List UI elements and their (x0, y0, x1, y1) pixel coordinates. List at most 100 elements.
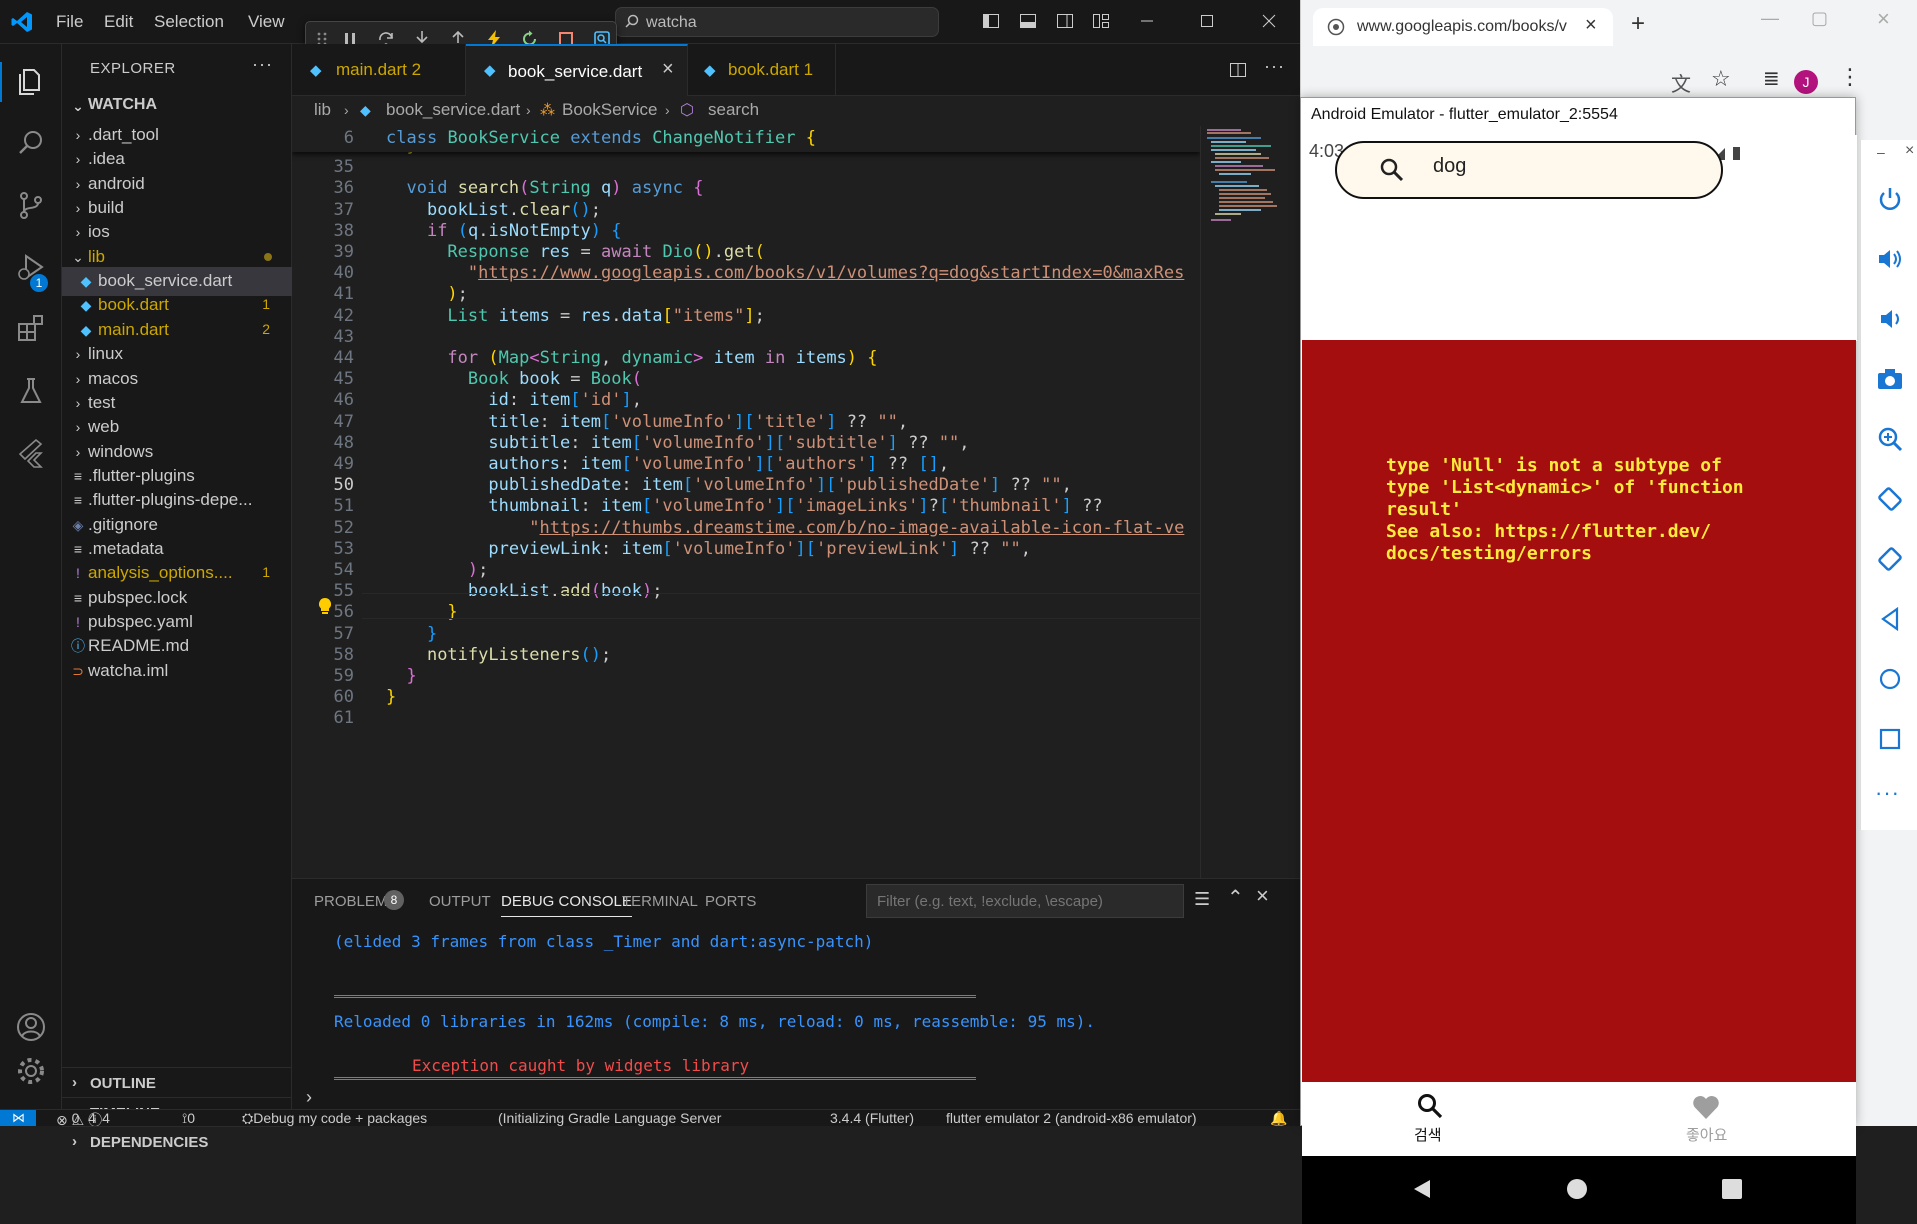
editor-more-icon[interactable]: ··· (1264, 56, 1285, 77)
minimap[interactable] (1200, 126, 1290, 878)
rotate-right-icon[interactable] (1876, 545, 1904, 573)
device-status[interactable]: flutter emulator 2 (android-x86 emulator… (946, 1110, 1197, 1126)
nav-item-search[interactable]: 검색 (1390, 1092, 1470, 1148)
more-actions-icon[interactable]: ··· (252, 54, 273, 75)
code-line[interactable]: Book book = Book( (386, 369, 642, 389)
source-control-icon[interactable] (14, 188, 48, 222)
breadcrumb-folder[interactable]: lib (314, 100, 331, 120)
breadcrumb-class[interactable]: BookService (562, 100, 657, 120)
explorer-icon[interactable] (14, 64, 48, 98)
code-line[interactable]: } (386, 624, 437, 644)
gear-icon[interactable] (14, 1054, 48, 1088)
profile-avatar[interactable]: J (1794, 70, 1818, 94)
toggle-panel-icon[interactable] (1019, 12, 1037, 30)
code-line[interactable]: List items = res.data["items"]; (386, 306, 764, 326)
customize-layout-icon[interactable] (1092, 12, 1110, 30)
code-line[interactable]: previewLink: item['volumeInfo']['preview… (386, 539, 1031, 559)
notifications-icon[interactable]: 🔔 (1270, 1110, 1287, 1126)
back-icon[interactable] (1412, 1178, 1432, 1200)
code-line[interactable]: thumbnail: item['volumeInfo']['imageLink… (386, 496, 1102, 516)
close-tab-icon[interactable]: × (662, 58, 674, 81)
code-line[interactable]: subtitle: item['volumeInfo']['subtitle']… (386, 433, 969, 453)
code-line[interactable]: publishedDate: item['volumeInfo']['publi… (386, 475, 1072, 495)
code-line[interactable]: id: item['id'], (386, 390, 642, 410)
console-prompt-icon[interactable]: › (306, 1087, 312, 1108)
code-line[interactable]: } (386, 666, 416, 686)
menu-file[interactable]: File (56, 12, 83, 32)
command-center-search[interactable]: watcha (615, 7, 939, 37)
star-icon[interactable]: ☆ (1711, 66, 1731, 92)
accounts-icon[interactable] (14, 1010, 48, 1044)
code-editor[interactable]: 6 class BookService extends ChangeNotifi… (292, 126, 1200, 878)
console-filter-input[interactable] (866, 884, 1184, 918)
close-tab-icon[interactable]: × (1585, 14, 1597, 37)
panel-tab-debug-console[interactable]: DEBUG CONSOLE (501, 893, 632, 917)
more-options-icon[interactable]: ··· (1875, 780, 1900, 806)
close-window-icon[interactable] (1260, 12, 1278, 30)
minimize-icon[interactable]: — (1761, 8, 1779, 29)
nav-item-likes[interactable]: 좋아요 (1666, 1092, 1746, 1148)
testing-icon[interactable] (14, 374, 48, 408)
flutter-version[interactable]: 3.4.4 (Flutter) (830, 1110, 914, 1126)
toggle-secondary-sidebar-icon[interactable] (1056, 12, 1074, 30)
tab-book-service-dart[interactable]: ◆ book_service.dart × (466, 44, 688, 96)
split-editor-icon[interactable] (1228, 60, 1248, 80)
section-dependencies[interactable]: › DEPENDENCIES (62, 1126, 292, 1155)
back-icon[interactable] (1876, 605, 1904, 633)
code-line[interactable]: for (Map<String, dynamic> item in items)… (386, 348, 877, 368)
section-outline[interactable]: › OUTLINE (62, 1067, 292, 1096)
workspace-root[interactable]: ⌄ WATCHA (62, 92, 292, 121)
breadcrumb-file[interactable]: book_service.dart (386, 100, 520, 120)
zoom-icon[interactable] (1876, 425, 1904, 453)
code-line[interactable]: title: item['volumeInfo']['title'] ?? ""… (386, 412, 908, 432)
code-line[interactable]: "https://www.googleapis.com/books/v1/vol… (386, 263, 1184, 283)
tree-item[interactable]: ⊃ watcha.iml (62, 657, 292, 686)
menu-selection[interactable]: Selection (154, 12, 224, 32)
media-icon[interactable]: ≣ (1763, 66, 1780, 91)
volume-up-icon[interactable] (1876, 245, 1904, 273)
maximize-icon[interactable] (1198, 12, 1216, 30)
overview-icon[interactable] (1876, 725, 1904, 753)
browser-tab[interactable]: www.googleapis.com/books/v × (1313, 8, 1613, 46)
camera-icon[interactable] (1876, 365, 1904, 393)
close-icon[interactable]: × (1905, 142, 1914, 160)
power-icon[interactable] (1876, 185, 1904, 213)
lightbulb-icon[interactable] (316, 596, 334, 616)
ports-status[interactable]: ⟟ 0 (182, 1110, 195, 1126)
code-line[interactable]: ); (386, 560, 489, 580)
search-icon[interactable] (14, 126, 48, 160)
code-line[interactable]: Response res = await Dio().get( (386, 242, 764, 262)
tab-book-dart[interactable]: ◆ book.dart 1 (688, 44, 836, 96)
extensions-icon[interactable] (14, 312, 48, 346)
search-bar[interactable]: dog (1335, 141, 1723, 199)
recents-icon[interactable] (1722, 1179, 1742, 1199)
clear-console-icon[interactable]: ☰ (1194, 889, 1210, 910)
chevron-up-icon[interactable]: ⌃ (1227, 885, 1244, 910)
search-query[interactable]: dog (1433, 155, 1466, 178)
close-window-icon[interactable]: × (1877, 6, 1890, 32)
browser-menu-icon[interactable]: ⋮ (1839, 64, 1861, 90)
code-line[interactable]: authors: item['volumeInfo']['authors'] ?… (386, 454, 949, 474)
code-line[interactable]: "https://thumbs.dreamstime.com/b/no-imag… (386, 518, 1184, 538)
code-line[interactable]: } (386, 687, 396, 707)
close-panel-icon[interactable]: × (1256, 883, 1269, 909)
code-line[interactable]: if (q.isNotEmpty) { (386, 221, 622, 241)
panel-tab-output[interactable]: OUTPUT (429, 893, 491, 910)
menu-edit[interactable]: Edit (104, 12, 133, 32)
rotate-left-icon[interactable] (1876, 485, 1904, 513)
flutter-icon[interactable] (14, 436, 48, 470)
code-line[interactable]: void search(String q) async { (386, 178, 703, 198)
menu-view[interactable]: View (248, 12, 285, 32)
tab-main-dart[interactable]: ◆ main.dart 2 (292, 44, 466, 96)
maximize-icon[interactable]: ▢ (1811, 8, 1828, 29)
code-line[interactable]: bookList.clear(); (386, 200, 601, 220)
code-line[interactable]: ); (386, 284, 468, 304)
home-icon[interactable] (1566, 1178, 1588, 1200)
minimize-icon[interactable]: – (1877, 144, 1885, 160)
home-icon[interactable] (1876, 665, 1904, 693)
panel-tab-terminal[interactable]: TERMINAL (622, 893, 698, 910)
panel-tab-ports[interactable]: PORTS (705, 893, 756, 910)
breadcrumb-method[interactable]: search (708, 100, 759, 120)
toggle-sidebar-icon[interactable] (982, 12, 1000, 30)
errors-warnings[interactable]: ⊗ 0 ⚠ 4 ⓘ 4 (56, 1110, 110, 1126)
